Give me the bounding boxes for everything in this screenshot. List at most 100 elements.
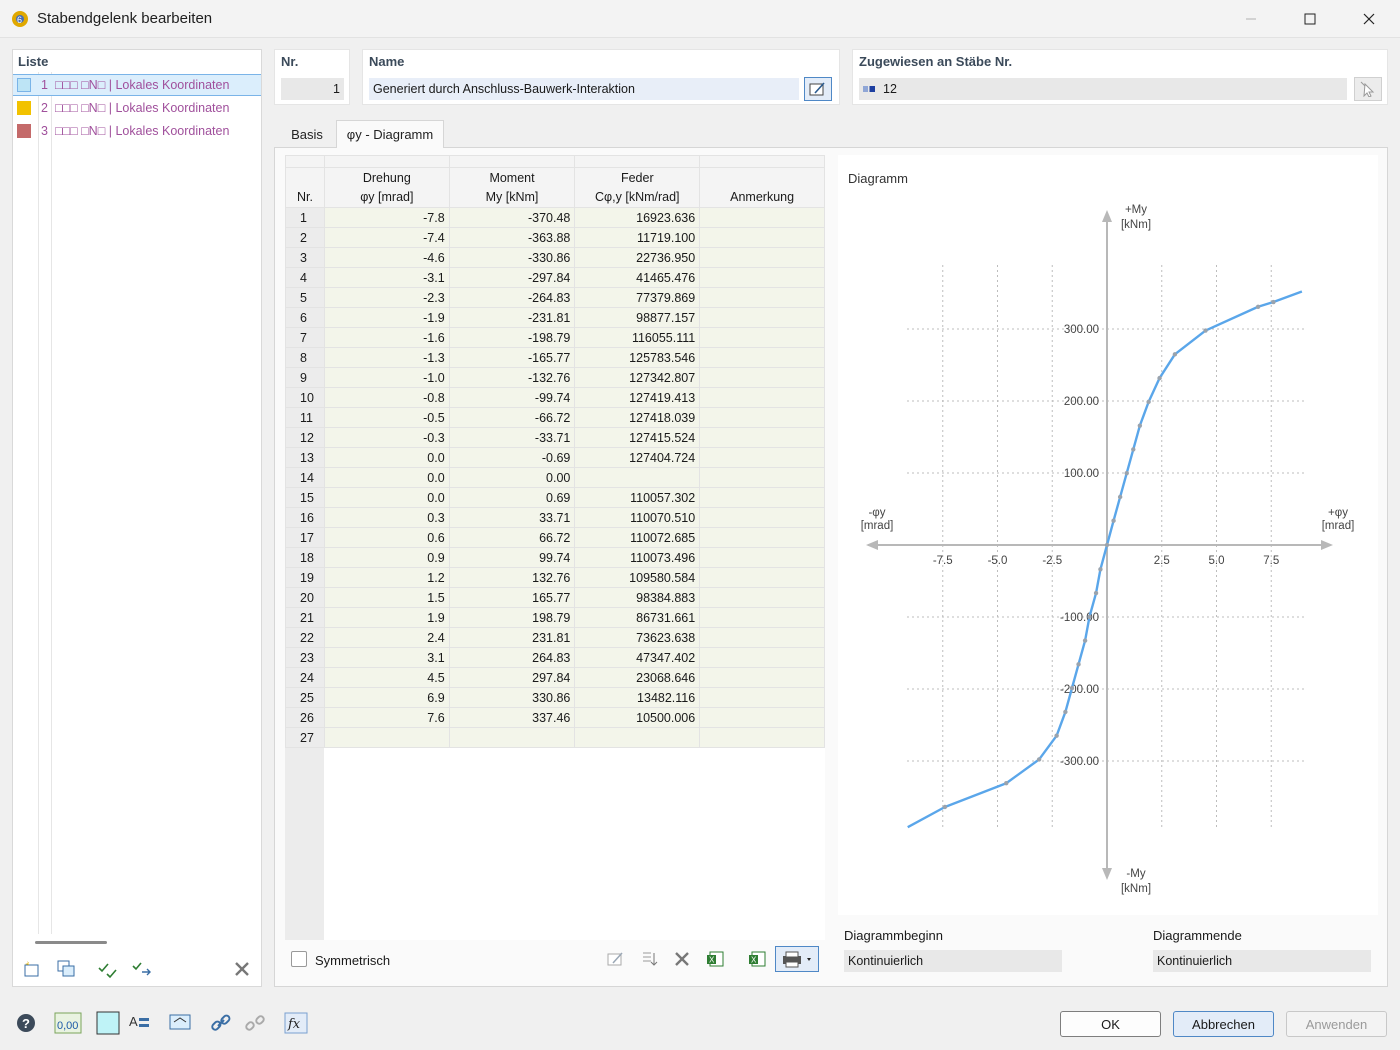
moment-cell[interactable]: -330.86 bbox=[448, 247, 576, 268]
cancel-button[interactable]: Abbrechen bbox=[1173, 1011, 1274, 1037]
moment-cell[interactable]: -231.81 bbox=[448, 307, 576, 328]
unlink-button[interactable] bbox=[241, 1010, 269, 1036]
spring-cell[interactable]: 16923.636 bbox=[574, 207, 701, 228]
table-row[interactable]: 9 -1.0 -132.76 127342.807 bbox=[285, 367, 825, 388]
moment-cell[interactable]: 0.69 bbox=[448, 487, 576, 508]
note-cell[interactable] bbox=[699, 387, 825, 408]
diagram-start-select[interactable]: Kontinuierlich bbox=[844, 950, 1062, 972]
table-row[interactable]: 23 3.1 264.83 47347.402 bbox=[285, 647, 825, 668]
spring-cell[interactable]: 110072.685 bbox=[574, 527, 701, 548]
table-row[interactable]: 6 -1.9 -231.81 98877.157 bbox=[285, 307, 825, 328]
rotation-cell[interactable] bbox=[323, 727, 450, 748]
note-cell[interactable] bbox=[699, 527, 825, 548]
moment-cell[interactable]: 132.76 bbox=[448, 567, 576, 588]
spring-cell[interactable]: 41465.476 bbox=[574, 267, 701, 288]
note-cell[interactable] bbox=[699, 267, 825, 288]
spring-cell[interactable]: 127418.039 bbox=[574, 407, 701, 428]
table-row[interactable]: 20 1.5 165.77 98384.883 bbox=[285, 587, 825, 608]
list-item[interactable]: 1 □□□ □N□ | Lokales Koordinaten bbox=[13, 74, 261, 96]
rotation-cell[interactable]: 0.6 bbox=[323, 527, 450, 548]
moment-cell[interactable]: 198.79 bbox=[448, 607, 576, 628]
check-icon[interactable] bbox=[95, 957, 121, 981]
name-field[interactable]: Generiert durch Anschluss-Bauwerk-Intera… bbox=[369, 78, 799, 100]
moment-cell[interactable]: 165.77 bbox=[448, 587, 576, 608]
edit-row-button[interactable] bbox=[602, 946, 630, 972]
note-cell[interactable] bbox=[699, 487, 825, 508]
spring-cell[interactable]: 98877.157 bbox=[574, 307, 701, 328]
table-row[interactable]: 7 -1.6 -198.79 116055.111 bbox=[285, 327, 825, 348]
rotation-cell[interactable]: 4.5 bbox=[323, 667, 450, 688]
table-row[interactable]: 15 0.0 0.69 110057.302 bbox=[285, 487, 825, 508]
note-cell[interactable] bbox=[699, 287, 825, 308]
rotation-cell[interactable]: -7.8 bbox=[323, 207, 450, 228]
note-cell[interactable] bbox=[699, 307, 825, 328]
note-cell[interactable] bbox=[699, 427, 825, 448]
note-cell[interactable] bbox=[699, 347, 825, 368]
table-row[interactable]: 3 -4.6 -330.86 22736.950 bbox=[285, 247, 825, 268]
rotation-cell[interactable]: -1.0 bbox=[323, 367, 450, 388]
insert-row-button[interactable] bbox=[635, 946, 663, 972]
link-button[interactable] bbox=[207, 1010, 235, 1036]
moment-cell[interactable]: 264.83 bbox=[448, 647, 576, 668]
table-row[interactable]: 27 bbox=[285, 727, 825, 748]
rotation-cell[interactable]: -1.9 bbox=[323, 307, 450, 328]
note-cell[interactable] bbox=[699, 207, 825, 228]
delete-icon[interactable] bbox=[229, 957, 255, 981]
copy-item-icon[interactable] bbox=[53, 957, 79, 981]
list-item[interactable]: 3 □□□ □N□ | Lokales Koordinaten bbox=[13, 120, 261, 142]
table-row[interactable]: 26 7.6 337.46 10500.006 bbox=[285, 707, 825, 728]
diagram-end-select[interactable]: Kontinuierlich bbox=[1153, 950, 1371, 972]
rotation-cell[interactable]: 7.6 bbox=[323, 707, 450, 728]
table-row[interactable]: 22 2.4 231.81 73623.638 bbox=[285, 627, 825, 648]
spring-cell[interactable] bbox=[574, 467, 701, 488]
table-row[interactable]: 1 -7.8 -370.48 16923.636 bbox=[285, 207, 825, 228]
moment-cell[interactable]: -33.71 bbox=[448, 427, 576, 448]
spring-cell[interactable]: 77379.869 bbox=[574, 287, 701, 308]
spring-cell[interactable]: 73623.638 bbox=[574, 627, 701, 648]
new-item-icon[interactable] bbox=[19, 957, 45, 981]
tab-phi-diagram[interactable]: φy - Diagramm bbox=[336, 120, 444, 148]
spring-cell[interactable]: 13482.116 bbox=[574, 687, 701, 708]
moment-cell[interactable]: -363.88 bbox=[448, 227, 576, 248]
note-cell[interactable] bbox=[699, 667, 825, 688]
moment-cell[interactable]: -264.83 bbox=[448, 287, 576, 308]
spring-cell[interactable]: 116055.111 bbox=[574, 327, 701, 348]
close-window-button[interactable] bbox=[1346, 0, 1392, 38]
spring-cell[interactable]: 98384.883 bbox=[574, 587, 701, 608]
table-row[interactable]: 4 -3.1 -297.84 41465.476 bbox=[285, 267, 825, 288]
note-cell[interactable] bbox=[699, 707, 825, 728]
moment-cell[interactable]: -99.74 bbox=[448, 387, 576, 408]
print-button[interactable] bbox=[775, 946, 819, 972]
moment-cell[interactable]: 297.84 bbox=[448, 667, 576, 688]
rotation-cell[interactable]: -0.8 bbox=[323, 387, 450, 408]
spring-cell[interactable]: 127342.807 bbox=[574, 367, 701, 388]
view-button[interactable] bbox=[166, 1010, 194, 1036]
moment-cell[interactable] bbox=[448, 727, 576, 748]
rotation-cell[interactable]: -4.6 bbox=[323, 247, 450, 268]
moment-cell[interactable]: 33.71 bbox=[448, 507, 576, 528]
table-row[interactable]: 11 -0.5 -66.72 127418.039 bbox=[285, 407, 825, 428]
ok-button[interactable]: OK bbox=[1060, 1011, 1161, 1037]
moment-cell[interactable]: 337.46 bbox=[448, 707, 576, 728]
list-item[interactable]: 2 □□□ □N□ | Lokales Koordinaten bbox=[13, 97, 261, 119]
spring-cell[interactable]: 22736.950 bbox=[574, 247, 701, 268]
display-properties-button[interactable]: A bbox=[125, 1010, 153, 1036]
table-row[interactable]: 5 -2.3 -264.83 77379.869 bbox=[285, 287, 825, 308]
spring-cell[interactable]: 109580.584 bbox=[574, 567, 701, 588]
spring-cell[interactable]: 127419.413 bbox=[574, 387, 701, 408]
moment-cell[interactable]: -165.77 bbox=[448, 347, 576, 368]
note-cell[interactable] bbox=[699, 447, 825, 468]
tab-basis[interactable]: Basis bbox=[278, 121, 336, 147]
assigned-field[interactable]: 12 bbox=[859, 78, 1347, 100]
spring-cell[interactable]: 125783.546 bbox=[574, 347, 701, 368]
moment-cell[interactable]: 99.74 bbox=[448, 547, 576, 568]
rotation-cell[interactable]: 0.0 bbox=[323, 487, 450, 508]
formula-button[interactable]: fx bbox=[282, 1010, 310, 1036]
moment-cell[interactable]: -198.79 bbox=[448, 327, 576, 348]
nr-field[interactable]: 1 bbox=[281, 78, 344, 100]
moment-cell[interactable]: 231.81 bbox=[448, 627, 576, 648]
spring-cell[interactable]: 127415.524 bbox=[574, 427, 701, 448]
units-button[interactable]: 0,00 bbox=[53, 1010, 83, 1036]
rotation-cell[interactable]: 1.9 bbox=[323, 607, 450, 628]
help-button[interactable]: ? bbox=[12, 1010, 40, 1036]
